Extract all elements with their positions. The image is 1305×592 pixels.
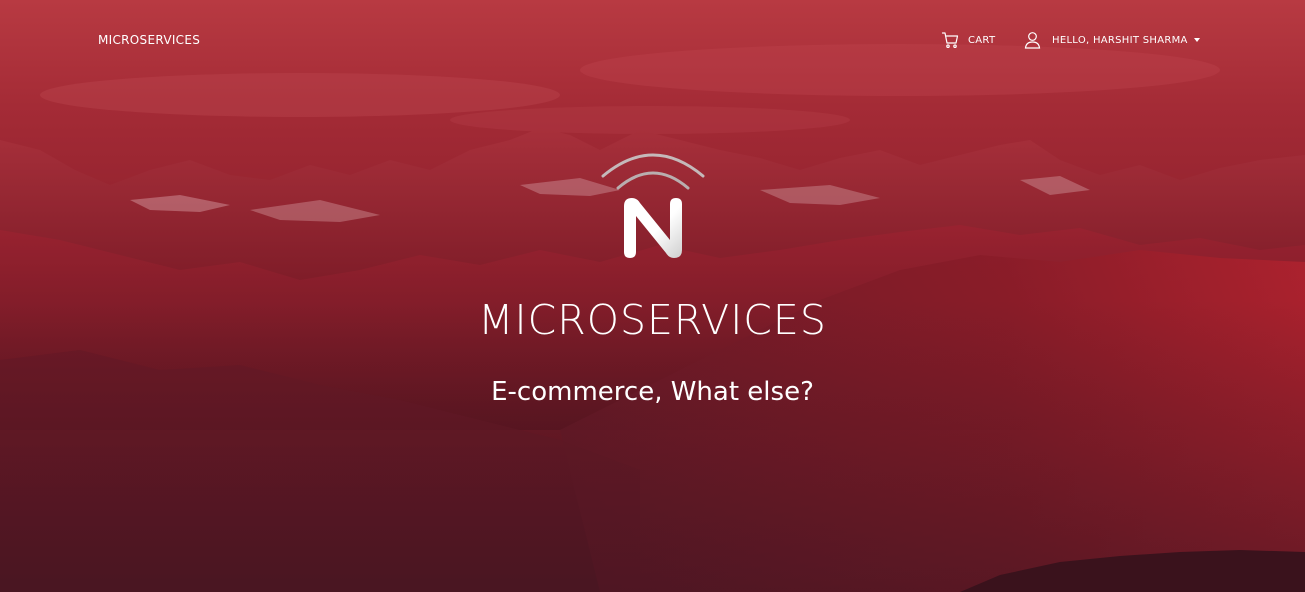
hero-content: MICROSERVICES E-commerce, What else? — [0, 0, 1305, 592]
hero-section: MICROSERVICES CART HELLO, HARSHIT SHARMA — [0, 0, 1305, 592]
hero-subtitle: E-commerce, What else? — [491, 377, 814, 407]
hero-title: MICROSERVICES — [478, 296, 827, 344]
n-logo-icon — [601, 153, 705, 258]
